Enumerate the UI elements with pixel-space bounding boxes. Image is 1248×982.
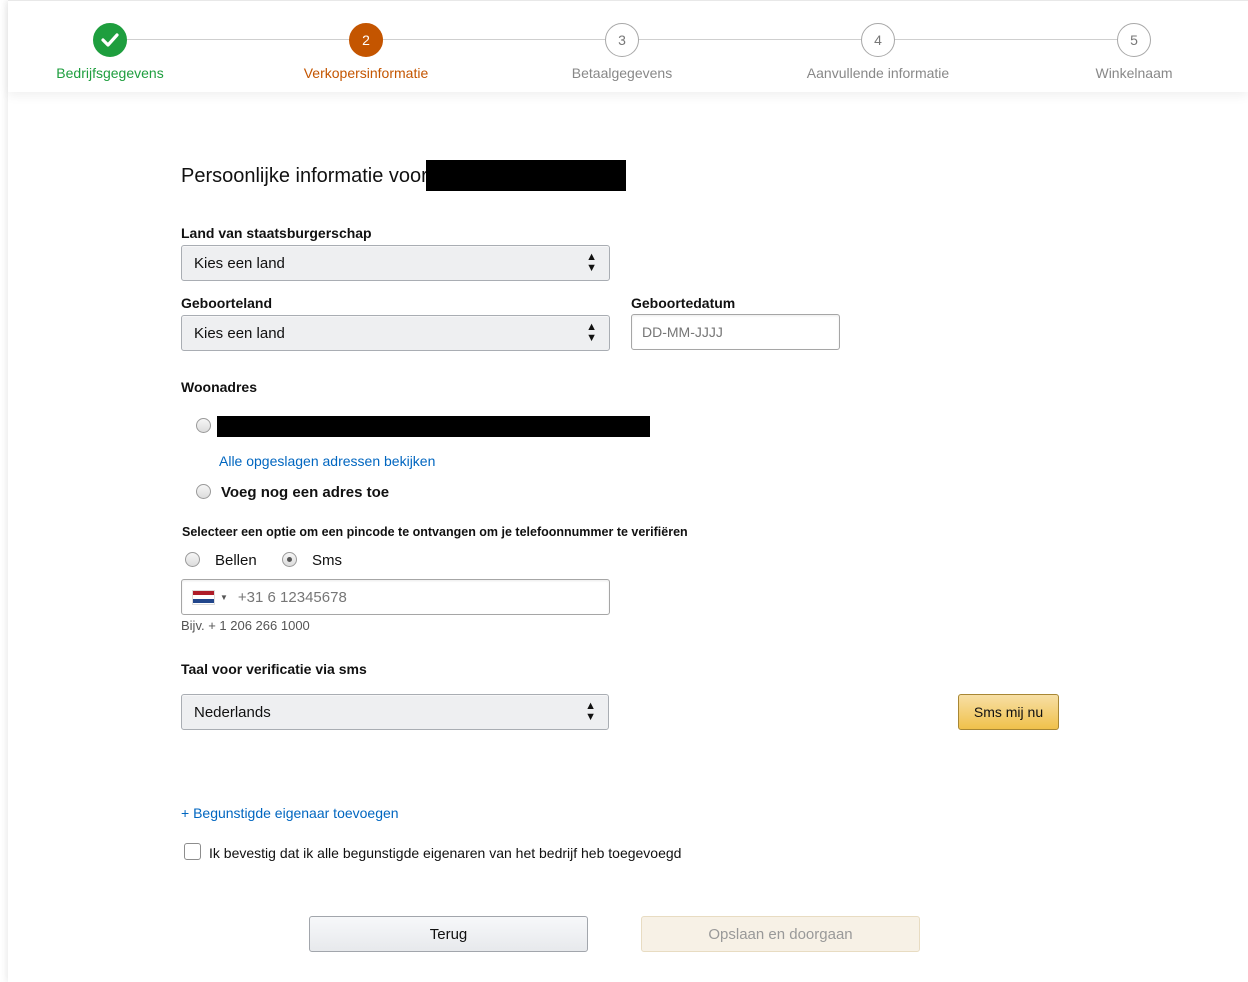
step-winkelnaam: 5 Winkelnaam (1034, 23, 1234, 81)
sms-me-now-button[interactable]: Sms mij nu (958, 694, 1059, 730)
step-aanvullende-informatie: 4 Aanvullende informatie (778, 23, 978, 81)
select-value: Nederlands (194, 703, 271, 721)
step-label: Winkelnaam (1095, 65, 1173, 81)
birth-date-label: Geboortedatum (631, 295, 736, 311)
check-icon (93, 23, 127, 57)
call-option-label[interactable]: Bellen (215, 552, 257, 569)
phone-example: Bijv. + 1 206 266 1000 (181, 618, 310, 633)
address-label: Woonadres (181, 379, 257, 395)
select-value: Kies een land (194, 324, 285, 342)
page: Bedrijfsgegevens 2 Verkopersinformatie 3… (8, 0, 1248, 982)
redacted-address (217, 416, 650, 437)
call-radio[interactable] (185, 552, 200, 567)
pin-option-label: Selecteer een optie om een pincode te on… (182, 525, 688, 539)
sms-language-select[interactable]: Nederlands ▲ ▼ (181, 694, 609, 730)
page-title: Persoonlijke informatie voor (181, 165, 428, 187)
sms-option-label[interactable]: Sms (312, 552, 342, 569)
saved-address-radio[interactable] (196, 418, 211, 433)
select-arrows-icon: ▲ ▼ (585, 700, 596, 723)
back-button[interactable]: Terug (309, 916, 588, 952)
select-arrows-icon: ▲ ▼ (586, 321, 597, 344)
birth-country-select[interactable]: Kies een land ▲ ▼ (181, 315, 610, 351)
netherlands-flag-icon[interactable] (192, 589, 215, 605)
step-label: Bedrijfsgegevens (56, 65, 164, 81)
confirm-owners-label[interactable]: Ik bevestig dat ik alle begunstigde eige… (209, 845, 681, 861)
sms-radio[interactable] (282, 552, 297, 567)
view-all-addresses-link[interactable]: Alle opgeslagen adressen bekijken (219, 453, 435, 469)
phone-placeholder: +31 6 12345678 (237, 588, 347, 606)
add-address-radio[interactable] (196, 484, 211, 499)
confirm-owners-checkbox[interactable] (184, 843, 201, 860)
phone-input[interactable]: ▼ +31 6 12345678 (181, 579, 610, 615)
caret-down-icon[interactable]: ▼ (220, 593, 228, 602)
step-number: 5 (1117, 23, 1151, 57)
save-continue-button[interactable]: Opslaan en doorgaan (641, 916, 920, 952)
citizenship-select[interactable]: Kies een land ▲ ▼ (181, 245, 610, 281)
step-label: Betaalgegevens (571, 65, 673, 81)
add-beneficial-owner-link[interactable]: + Begunstigde eigenaar toevoegen (181, 805, 399, 821)
step-number: 2 (349, 23, 383, 57)
step-bedrijfsgegevens[interactable]: Bedrijfsgegevens (10, 23, 210, 81)
step-label: Verkopersinformatie (303, 65, 429, 81)
select-value: Kies een land (194, 254, 285, 272)
step-betaalgegevens: 3 Betaalgegevens (522, 23, 722, 81)
add-address-label[interactable]: Voeg nog een adres toe (221, 484, 389, 501)
redacted-name (426, 160, 626, 191)
birth-country-label: Geboorteland (181, 295, 273, 311)
birth-date-input[interactable]: DD-MM-JJJJ (631, 314, 840, 350)
progress-stepper: Bedrijfsgegevens 2 Verkopersinformatie 3… (8, 0, 1248, 92)
sms-language-label: Taal voor verificatie via sms (181, 661, 367, 677)
birth-date-placeholder: DD-MM-JJJJ (642, 324, 723, 340)
select-arrows-icon: ▲ ▼ (586, 251, 597, 274)
step-number: 4 (861, 23, 895, 57)
step-label: Aanvullende informatie (806, 65, 950, 81)
step-verkopersinformatie[interactable]: 2 Verkopersinformatie (266, 23, 466, 81)
step-number: 3 (605, 23, 639, 57)
citizenship-label: Land van staatsburgerschap (181, 225, 372, 241)
